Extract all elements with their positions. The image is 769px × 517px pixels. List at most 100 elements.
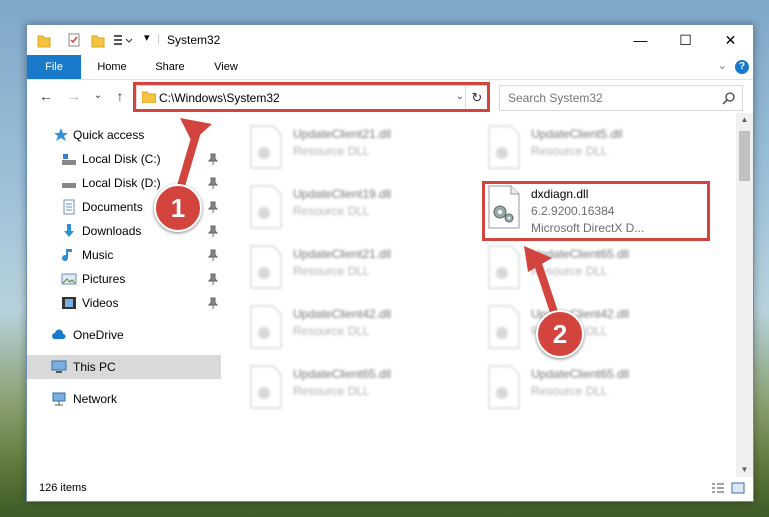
dll-file-icon [250,365,282,409]
tab-home[interactable]: Home [89,55,135,79]
scroll-down-icon[interactable]: ▼ [736,463,753,477]
file-name: UpdateClient21.dll [293,127,392,141]
list-item[interactable]: UpdateClient19.dll Resource DLL [249,181,479,237]
close-button[interactable]: ✕ [708,25,753,55]
file-type: Resource DLL [293,384,370,398]
address-highlight-box [133,82,490,112]
help-icon[interactable]: ? [735,60,749,74]
file-type: Resource DLL [293,204,370,218]
status-bar: 126 items [27,477,753,501]
file-type: Resource DLL [531,384,608,398]
qat-dropdown-icon[interactable]: ▾ [144,31,150,47]
sidebar-item-music[interactable]: Music [27,243,221,267]
network-icon [52,392,66,406]
dll-file-icon [250,305,282,349]
recent-locations-button[interactable]: ⌄ [89,87,107,105]
scrollbar-thumb[interactable] [739,131,750,181]
pin-icon[interactable] [208,249,218,261]
sidebar-item-label: Local Disk (C:) [82,152,161,166]
properties-icon[interactable] [67,32,81,48]
dll-file-icon [250,245,282,289]
file-name: UpdateClient65.dll [531,247,630,261]
scroll-up-icon[interactable]: ▲ [736,113,753,127]
list-item[interactable]: UpdateClient42.dll Resource DLL [487,301,717,357]
sidebar-item-label: Music [82,248,114,262]
videos-icon [62,297,76,309]
file-name: UpdateClient65.dll [531,367,630,381]
sidebar-item-quick-access[interactable]: Quick access [27,123,221,147]
star-icon [54,128,68,141]
title-bar: ▾ | System32 — ☐ ✕ [27,25,753,55]
navigation-bar: ← → ⌄ ↑ ⌄ ↻ [27,81,753,113]
file-name: UpdateClient5.dll [531,127,623,141]
pin-icon[interactable] [208,201,218,213]
navigation-pane: Quick access Local Disk (C:) Local Disk … [27,117,221,477]
document-icon [63,199,75,215]
sidebar-item-label: OneDrive [73,328,124,342]
pin-icon[interactable] [208,297,218,309]
dll-file-icon [250,125,282,169]
drive-icon [62,183,76,188]
sidebar-item-label: This PC [73,360,116,374]
customize-toolbar-icon[interactable] [113,32,135,48]
sidebar-item-label: Pictures [82,272,126,286]
back-button[interactable]: ← [37,87,55,105]
sidebar-item-local-disk-c[interactable]: Local Disk (C:) [27,147,221,171]
search-icon[interactable] [722,91,736,105]
list-item[interactable]: UpdateClient21.dll Resource DLL [249,121,479,177]
details-view-icon[interactable] [711,482,725,494]
ribbon: File Home Share View ⌄ ? [27,55,753,80]
title-separator: | [157,31,161,45]
tab-view[interactable]: View [203,55,249,79]
search-box[interactable] [499,85,743,111]
sidebar-item-label: Local Disk (D:) [82,176,161,190]
file-type: Resource DLL [293,144,370,158]
item-count: 126 items [39,482,87,494]
sidebar-item-label: Videos [82,296,119,310]
file-name: UpdateClient42.dll [293,307,392,321]
dll-file-icon [488,365,520,409]
file-list: UpdateClient21.dll Resource DLL UpdateCl… [223,117,736,477]
download-icon [64,224,74,237]
file-name: UpdateClient21.dll [293,247,392,261]
list-item[interactable]: UpdateClient5.dll Resource DLL [487,121,717,177]
maximize-button[interactable]: ☐ [663,25,708,55]
tab-file[interactable]: File [27,55,81,79]
sidebar-item-videos[interactable]: Videos [27,291,221,315]
file-type: Resource DLL [531,264,608,278]
pin-icon[interactable] [208,177,218,189]
sidebar-item-label: Downloads [82,224,142,238]
explorer-window: ▾ | System32 — ☐ ✕ File Home Share View … [26,24,754,502]
list-item[interactable]: UpdateClient65.dll Resource DLL [487,361,717,417]
list-item[interactable]: UpdateClient65.dll Resource DLL [249,361,479,417]
file-name: UpdateClient19.dll [293,187,392,201]
sidebar-item-pictures[interactable]: Pictures [27,267,221,291]
list-item[interactable]: UpdateClient42.dll Resource DLL [249,301,479,357]
sidebar-item-network[interactable]: Network [27,387,221,411]
large-icons-view-icon[interactable] [731,482,745,494]
file-name: UpdateClient65.dll [293,367,392,381]
minimize-button[interactable]: — [618,25,663,55]
sidebar-item-label: Documents [82,200,143,214]
list-item[interactable]: UpdateClient65.dll Resource DLL [487,241,717,297]
cloud-icon [52,329,66,339]
computer-icon [51,360,67,373]
search-input[interactable] [508,86,708,110]
sidebar-item-onedrive[interactable]: OneDrive [27,323,221,347]
new-folder-icon[interactable] [91,32,105,48]
up-button[interactable]: ↑ [111,87,129,105]
file-highlight-box [482,181,710,241]
pin-icon[interactable] [208,225,218,237]
sidebar-item-this-pc[interactable]: This PC [27,355,221,379]
ribbon-expand-icon[interactable]: ⌄ [718,59,727,72]
pin-icon[interactable] [208,153,218,165]
dll-file-icon [488,125,520,169]
file-type: Resource DLL [293,324,370,338]
pin-icon[interactable] [208,273,218,285]
file-type: Resource DLL [531,144,608,158]
tab-share[interactable]: Share [147,55,193,79]
forward-button[interactable]: → [65,87,83,105]
folder-icon[interactable] [37,32,51,48]
list-item[interactable]: UpdateClient21.dll Resource DLL [249,241,479,297]
vertical-scrollbar[interactable]: ▲ ▼ [736,113,753,477]
